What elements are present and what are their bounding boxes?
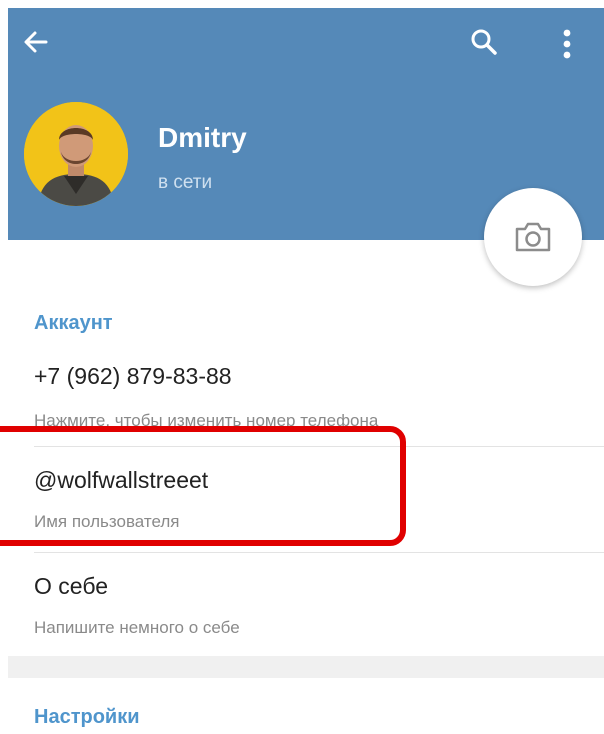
online-status: в сети (158, 172, 213, 193)
back-arrow-icon (24, 31, 48, 53)
profile-name: Dmitry (158, 122, 247, 153)
bio-hint: Напишите немного о себе (34, 618, 240, 637)
avatar[interactable] (24, 102, 128, 206)
avatar-photo (24, 102, 128, 206)
section-separator (8, 656, 604, 678)
back-button[interactable] (18, 24, 54, 60)
divider (34, 552, 604, 553)
more-options-button[interactable] (552, 24, 582, 64)
search-icon (471, 29, 497, 55)
phone-number: +7 (962) 879-83-88 (34, 363, 232, 389)
set-photo-button[interactable] (484, 188, 582, 286)
camera-icon (515, 222, 551, 252)
bio-title: О себе (34, 573, 109, 599)
bio-row[interactable] (8, 554, 604, 654)
username-highlight-box (0, 426, 406, 546)
settings-section-title: Настройки (34, 706, 140, 728)
account-section-title: Аккаунт (34, 312, 113, 334)
more-vertical-icon (563, 29, 571, 59)
search-button[interactable] (466, 24, 502, 60)
